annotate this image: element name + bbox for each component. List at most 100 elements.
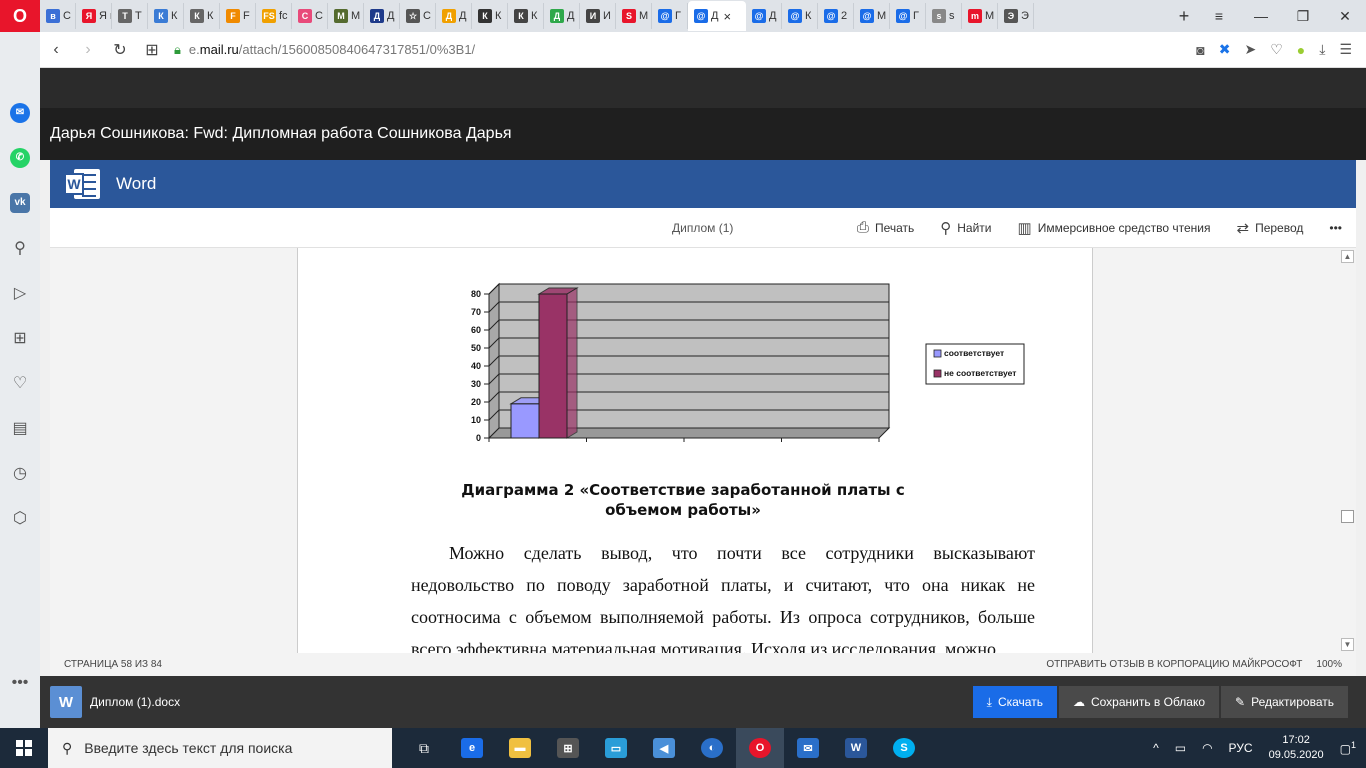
browser-tab[interactable]: @2 <box>818 3 854 29</box>
sidebar-bookmarks[interactable]: ♡ <box>0 360 40 405</box>
find-button[interactable]: ⚲ Найти <box>940 219 991 237</box>
browser-tab[interactable]: @ Д <box>746 3 782 29</box>
notification-icon[interactable]: ▢1 <box>1340 740 1356 756</box>
scrollbar[interactable]: ▲ ▼ <box>1339 248 1356 653</box>
tab-favicon-icon: К <box>154 9 168 23</box>
immersive-reader-button[interactable]: ▥ Иммерсивное средство чтения <box>1018 219 1211 237</box>
forward-button[interactable]: › <box>72 41 104 59</box>
browser-tab[interactable]: ss <box>926 3 962 29</box>
browser-tab[interactable]: SM <box>616 3 652 29</box>
url-field[interactable]: 🔒︎ e.mail.ru/attach/15600850840647317851… <box>168 42 1196 58</box>
scroll-down-button[interactable]: ▼ <box>1341 638 1354 651</box>
more-button[interactable]: ••• <box>1329 221 1342 235</box>
sidebar-news[interactable]: ▤ <box>0 405 40 450</box>
browser-tab[interactable]: ДД <box>364 3 400 29</box>
sidebar-whatsapp[interactable]: ✆ <box>0 135 40 180</box>
tab-favicon-icon: С <box>298 9 312 23</box>
browser-tab[interactable]: @ К <box>782 3 818 29</box>
speed-dial-icon[interactable]: ⊞ <box>136 40 168 60</box>
taskbar-opera[interactable]: O <box>736 728 784 768</box>
browser-tab[interactable]: @ M <box>854 3 890 29</box>
tab-close-icon[interactable]: × <box>723 9 731 24</box>
taskbar-word[interactable]: W <box>832 728 880 768</box>
translate-button[interactable]: ⇄ Перевод <box>1237 219 1304 237</box>
browser-tab[interactable]: ДД <box>436 3 472 29</box>
opera-menu-button[interactable]: O <box>0 0 40 32</box>
taskbar-app-blue[interactable]: ◐ <box>688 728 736 768</box>
browser-tab[interactable]: СС <box>292 3 328 29</box>
sidebar-history[interactable]: ◷ <box>0 450 40 495</box>
battery-icon[interactable]: ▭ <box>1175 741 1186 755</box>
browser-tab[interactable]: @ Г <box>890 3 926 29</box>
scroll-thumb[interactable] <box>1341 510 1354 523</box>
start-button[interactable] <box>0 728 48 768</box>
tab-label: s <box>949 10 955 22</box>
browser-tab[interactable]: MM <box>328 3 364 29</box>
send-icon[interactable]: ➤ <box>1244 41 1256 58</box>
clock[interactable]: 17:02 09.05.2020 <box>1269 733 1324 763</box>
browser-tab[interactable]: КК <box>184 3 220 29</box>
browser-tab[interactable]: ТТ <box>112 3 148 29</box>
taskbar-search[interactable]: ⚲ Введите здесь текст для поиска <box>48 728 392 768</box>
browser-tab[interactable]: ДД <box>544 3 580 29</box>
browser-tab[interactable]: КК <box>148 3 184 29</box>
sidebar-speed-dial[interactable]: ⊞ <box>0 315 40 360</box>
browser-tab[interactable]: FS fc <box>256 3 292 29</box>
close-window-button[interactable]: ✕ <box>1324 0 1366 32</box>
print-button[interactable]: ⎙ Печать <box>857 219 914 236</box>
minimize-button[interactable]: — <box>1240 0 1282 32</box>
taskbar-edge[interactable]: e <box>448 728 496 768</box>
printer-icon: ⎙ <box>856 219 869 236</box>
browser-tab[interactable]: ☆ С <box>400 3 436 29</box>
browser-tab[interactable]: ЭЭ <box>998 3 1034 29</box>
feedback-link[interactable]: ОТПРАВИТЬ ОТЗЫВ В КОРПОРАЦИЮ МАЙКРОСОФТ <box>1046 659 1302 670</box>
maximize-button[interactable]: ❐ <box>1282 0 1324 32</box>
browser-tab[interactable]: ЯЯ к <box>76 3 112 29</box>
sidebar-send[interactable]: ▷ <box>0 270 40 315</box>
wifi-icon[interactable]: ◠ <box>1202 741 1212 755</box>
taskbar-mail[interactable]: ✉︎ <box>784 728 832 768</box>
sidebar-messenger[interactable]: ✉︎ <box>0 90 40 135</box>
browser-tab[interactable]: ИИ <box>580 3 616 29</box>
edit-button[interactable]: ✎ Редактировать <box>1221 686 1348 718</box>
tab-favicon-icon: Д <box>442 9 456 23</box>
sidebar-more-icon[interactable]: ••• <box>12 674 29 692</box>
sidebar-search[interactable]: ⚲ <box>0 225 40 270</box>
vpn-icon[interactable]: ● <box>1297 42 1305 58</box>
easy-setup-icon[interactable]: ☰ <box>1339 41 1352 58</box>
browser-tab[interactable]: КК <box>472 3 508 29</box>
snapshot-icon[interactable]: ◙ <box>1196 42 1204 58</box>
save-to-cloud-button[interactable]: ☁ Сохранить в Облако <box>1058 686 1220 718</box>
sidebar-extensions[interactable]: ⬡ <box>0 495 40 540</box>
browser-tab[interactable]: @ Г <box>652 3 688 29</box>
tab-favicon-icon: @ <box>694 9 708 23</box>
browser-tab[interactable]: FF <box>220 3 256 29</box>
language-indicator[interactable]: РУС <box>1229 741 1253 755</box>
heart-icon[interactable]: ♡ <box>1270 41 1283 58</box>
taskbar-explorer[interactable]: ▬ <box>496 728 544 768</box>
taskbar-lenovo[interactable]: ▭ <box>592 728 640 768</box>
tray-chevron-icon[interactable]: ^ <box>1153 741 1159 755</box>
scroll-up-button[interactable]: ▲ <box>1341 250 1354 263</box>
extension-icon[interactable]: ✖ <box>1219 41 1231 58</box>
browser-tab[interactable]: @ Д × <box>688 1 746 31</box>
taskbar-skype[interactable]: S <box>880 728 928 768</box>
tab-label: fc <box>279 10 288 22</box>
tab-label: С <box>63 10 71 22</box>
back-button[interactable]: ‹ <box>40 41 72 59</box>
task-view-icon: ⧉ <box>419 739 429 756</box>
download-icon[interactable]: ⤓ <box>1319 41 1325 58</box>
taskbar-store[interactable]: ⊞ <box>544 728 592 768</box>
sidebar-vk[interactable]: vk <box>0 180 40 225</box>
browser-tab[interactable]: вС <box>40 3 76 29</box>
new-tab-button[interactable]: + <box>1170 6 1198 27</box>
browser-tab[interactable]: mM <box>962 3 998 29</box>
zoom-level[interactable]: 100% <box>1316 659 1342 670</box>
search-icon: ⚲ <box>62 739 73 756</box>
task-view-button[interactable]: ⧉ <box>400 728 448 768</box>
reload-button[interactable]: ↻ <box>104 40 136 60</box>
tab-menu-icon[interactable]: ≡ <box>1198 0 1240 32</box>
taskbar-audio[interactable]: ◀ <box>640 728 688 768</box>
download-button[interactable]: ⤓ Скачать <box>972 686 1057 718</box>
browser-tab[interactable]: КК <box>508 3 544 29</box>
